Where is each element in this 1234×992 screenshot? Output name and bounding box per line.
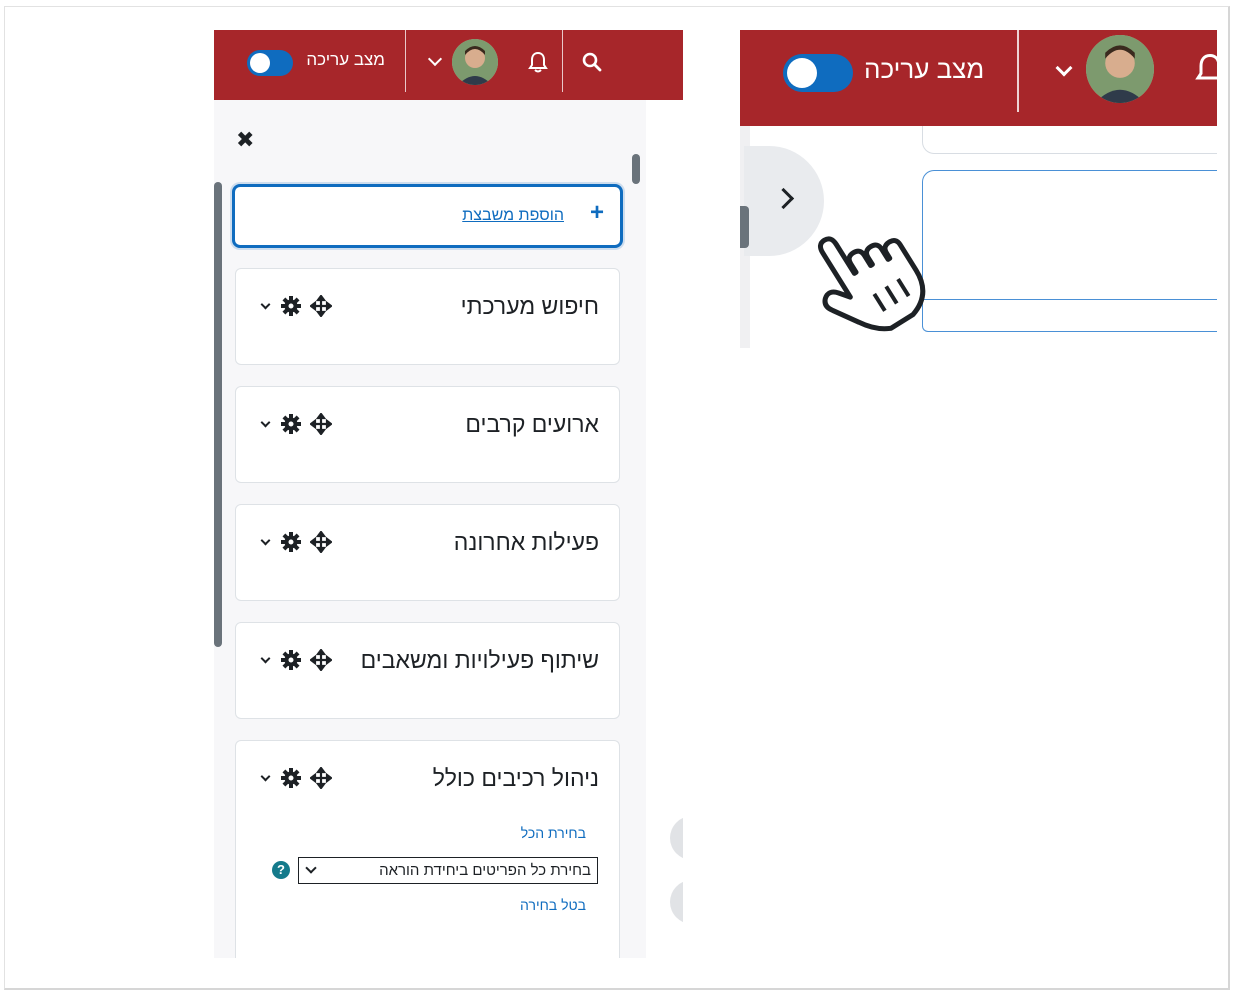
avatar[interactable] [1086, 35, 1154, 103]
gear-icon[interactable] [280, 295, 302, 322]
bell-icon[interactable] [1195, 52, 1217, 91]
block-card: ארועים קרבים [235, 386, 620, 483]
zoomed-toggle-view: מצב עריכה [740, 30, 1217, 348]
hand-pointer-icon [802, 218, 942, 348]
navbar-divider [405, 30, 406, 92]
edit-mode-toggle[interactable] [247, 50, 293, 76]
select-all-link[interactable]: בחירת הכל [521, 825, 586, 841]
content-card [922, 170, 1217, 300]
chevron-down-icon[interactable] [260, 417, 271, 428]
navbar: מצב עריכה [740, 30, 1217, 126]
gear-icon[interactable] [280, 649, 302, 676]
page-content-edge [646, 100, 683, 958]
move-icon[interactable] [309, 766, 333, 794]
block-title: ארועים קרבים [465, 411, 599, 437]
toggle-knob [250, 53, 270, 73]
move-icon[interactable] [309, 412, 333, 440]
block-controls [258, 294, 338, 322]
scrollbar[interactable] [632, 154, 640, 184]
block-drawer-view: מצב עריכה ✖ + הוספת משבצת חיפוש מערכתי א… [214, 30, 683, 958]
edit-mode-toggle[interactable] [783, 54, 853, 92]
chevron-down-icon [305, 862, 317, 874]
floating-button[interactable] [670, 880, 683, 924]
close-icon[interactable]: ✖ [236, 129, 254, 151]
chevron-down-icon[interactable] [1055, 59, 1073, 77]
move-icon[interactable] [309, 648, 333, 676]
block-title: חיפוש מערכתי [460, 293, 599, 319]
chevron-down-icon[interactable] [427, 51, 443, 67]
add-block-label: הוספת משבצת [462, 207, 564, 224]
block-title: פעילות אחרונה [453, 529, 599, 555]
drawer-handle[interactable] [740, 206, 749, 248]
content-card [922, 126, 1217, 154]
chevron-down-icon[interactable] [260, 535, 271, 546]
move-icon[interactable] [309, 294, 333, 322]
scrollbar-page[interactable] [214, 182, 222, 647]
block-drawer: ✖ + הוספת משבצת חיפוש מערכתי ארועים קרבי… [214, 100, 646, 958]
edit-mode-label: מצב עריכה [306, 50, 385, 69]
block-card: שיתוף פעילויות ומשאבים [235, 622, 620, 719]
gear-icon[interactable] [280, 413, 302, 440]
bell-icon[interactable] [528, 51, 548, 78]
block-controls [258, 412, 338, 440]
chevron-down-icon[interactable] [260, 771, 271, 782]
deselect-link[interactable]: בטל בחירה [520, 897, 586, 913]
block-controls [258, 766, 338, 794]
navbar: מצב עריכה [214, 30, 683, 100]
floating-button[interactable] [670, 816, 683, 860]
content-card [922, 300, 1217, 332]
gear-icon[interactable] [280, 767, 302, 794]
add-block-button[interactable]: + הוספת משבצת [232, 184, 623, 248]
bulk-select[interactable]: בחירת כל הפריטים ביחידת הוראה [298, 857, 598, 884]
plus-icon: + [589, 199, 604, 226]
block-title: ניהול רכיבים כולל [432, 765, 599, 791]
block-card: חיפוש מערכתי [235, 268, 620, 365]
avatar[interactable] [452, 39, 498, 85]
move-icon[interactable] [309, 530, 333, 558]
block-title: שיתוף פעילויות ומשאבים [360, 647, 599, 673]
gear-icon[interactable] [280, 531, 302, 558]
chevron-down-icon[interactable] [260, 299, 271, 310]
chevron-right-icon [772, 187, 795, 210]
help-icon[interactable]: ? [272, 861, 290, 879]
block-controls [258, 648, 338, 676]
bulk-select-value: בחירת כל הפריטים ביחידת הוראה [379, 862, 591, 879]
chevron-down-icon[interactable] [260, 653, 271, 664]
block-card: פעילות אחרונה [235, 504, 620, 601]
search-icon[interactable] [582, 52, 602, 77]
block-card: ניהול רכיבים כולל בחירת הכל בחירת כל הפר… [235, 740, 620, 958]
navbar-divider [1017, 30, 1019, 112]
navbar-divider [562, 30, 563, 92]
toggle-knob [787, 58, 817, 88]
edit-mode-label: מצב עריכה [864, 54, 985, 84]
block-controls [258, 530, 338, 558]
